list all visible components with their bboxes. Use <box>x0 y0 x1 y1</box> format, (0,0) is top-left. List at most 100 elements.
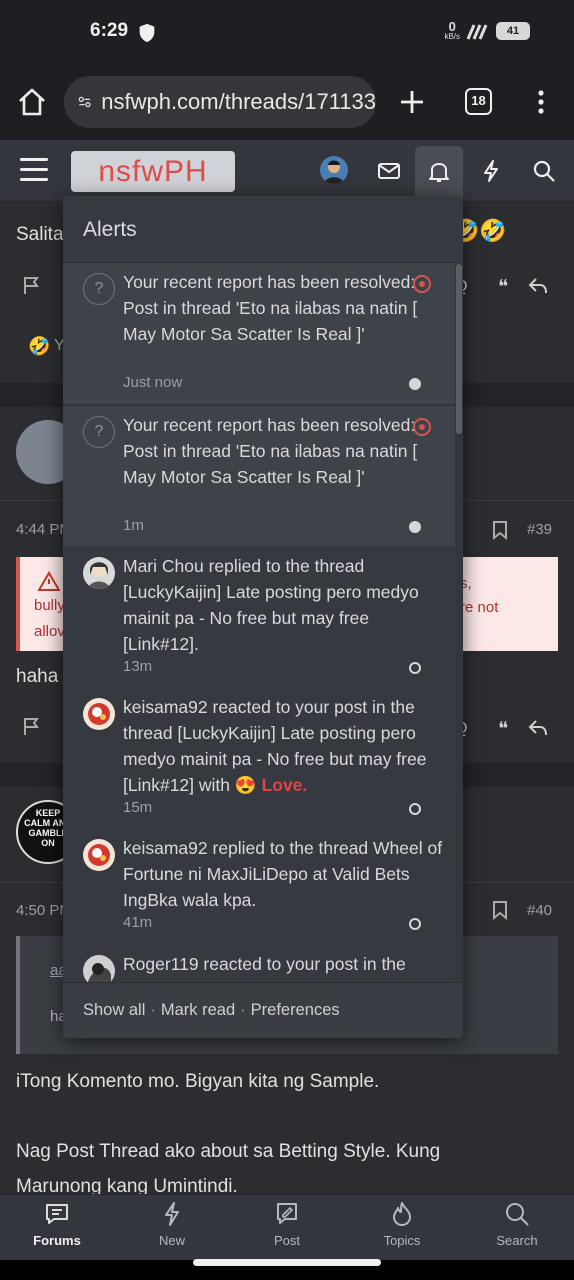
post-2-bookmark-icon[interactable] <box>492 520 508 540</box>
post-2-body: haha <box>16 666 59 687</box>
question-icon: ? <box>83 273 115 305</box>
alert-text[interactable]: Your recent report has been resolved: Po… <box>123 269 443 347</box>
tab-switcher-button[interactable]: 18 <box>465 88 492 115</box>
warning-icon <box>38 571 60 591</box>
post-3-body-line-2: Nag Post Thread ako about sa Betting Sty… <box>16 1141 441 1162</box>
alerts-dropdown: Alerts ? Your recent report has been res… <box>63 196 463 1038</box>
nav-new[interactable]: New <box>124 1201 220 1248</box>
show-all-link[interactable]: Show all <box>83 1001 145 1019</box>
alerts-title: Alerts <box>83 218 137 241</box>
post-1-partial-text: Salita <box>16 224 64 245</box>
alerts-footer: Show all · Mark read · Preferences <box>63 982 463 1038</box>
alert-item[interactable]: ? Your recent report has been resolved: … <box>63 405 455 546</box>
account-avatar[interactable] <box>320 156 348 184</box>
alert-time: 1m <box>123 517 144 534</box>
search-icon[interactable] <box>531 158 557 184</box>
separator: · <box>150 1001 156 1019</box>
more-menu-icon[interactable] <box>525 86 557 118</box>
alert-item[interactable]: keisama92 replied to the thread Wheel of… <box>63 829 455 944</box>
bottom-nav: Forums New Post Topics Search <box>0 1194 574 1260</box>
nav-forums[interactable]: Forums <box>9 1201 105 1248</box>
mark-read-link[interactable]: Mark read <box>161 1001 235 1019</box>
post-2-report-flag-icon[interactable] <box>22 716 42 736</box>
nav-search[interactable]: Search <box>469 1201 565 1248</box>
site-logo[interactable]: nsfwPH <box>71 151 235 192</box>
love-emoji: 😍 <box>234 775 257 795</box>
alerts-list[interactable]: ? Your recent report has been resolved: … <box>63 262 463 982</box>
post-2-quote-icon[interactable]: ❝ <box>498 718 508 741</box>
alerts-scrollbar[interactable] <box>455 262 463 982</box>
post-3-body-line-1: iTong Komento mo. Bigyan kita ng Sample. <box>16 1071 380 1092</box>
url-text: nsfwph.com/threads/171133 <box>101 89 376 114</box>
logo-text: nsfwPH <box>98 154 208 188</box>
post-2-number[interactable]: #39 <box>527 521 552 538</box>
report-status-icon <box>413 275 431 293</box>
alert-text[interactable]: keisama92 reacted to your post in the th… <box>123 694 443 798</box>
alert-item[interactable]: Roger119 reacted to your post in the <box>63 945 455 982</box>
nav-forums-label: Forums <box>33 1233 81 1248</box>
new-tab-icon[interactable] <box>396 86 428 118</box>
user-avatar[interactable] <box>83 955 115 982</box>
signal-icon <box>466 23 488 40</box>
forums-icon <box>46 1204 68 1224</box>
search-icon <box>506 1203 529 1226</box>
alerts-button[interactable] <box>415 146 463 202</box>
post-3-bookmark-icon[interactable] <box>492 900 508 920</box>
bolt-icon <box>165 1202 179 1226</box>
warning-partial-2: allov <box>34 623 65 640</box>
user-avatar[interactable] <box>83 557 115 589</box>
scrollbar-thumb[interactable] <box>456 264 462 434</box>
site-settings-icon[interactable] <box>78 92 91 112</box>
alert-item[interactable]: Mari Chou replied to the thread [LuckyKa… <box>63 547 455 688</box>
flame-icon <box>393 1202 411 1226</box>
screen: 6:29 0 kB/s 41 nsfwph.com/threads/171133… <box>0 0 574 1280</box>
compose-icon <box>277 1203 297 1224</box>
nav-topics-label: Topics <box>383 1233 421 1248</box>
nav-search-label: Search <box>496 1233 538 1248</box>
mark-unread-toggle[interactable] <box>409 662 421 674</box>
post-2-reply-icon[interactable] <box>527 718 549 738</box>
preferences-link[interactable]: Preferences <box>251 1001 340 1019</box>
forum-header: nsfwPH <box>0 140 574 202</box>
post-3-number[interactable]: #40 <box>527 902 552 919</box>
alert-time: Just now <box>123 374 183 391</box>
user-avatar[interactable] <box>83 698 115 730</box>
alert-text[interactable]: Mari Chou replied to the thread [LuckyKa… <box>123 553 443 657</box>
alert-item[interactable]: ? Your recent report has been resolved: … <box>63 263 455 404</box>
reaction-label: Love. <box>261 775 308 795</box>
address-bar[interactable]: nsfwph.com/threads/171133 <box>64 76 376 128</box>
post-1-quote-icon[interactable]: ❝ <box>498 276 508 299</box>
footer-links: Show all · Mark read · Preferences <box>83 1001 340 1020</box>
separator: · <box>240 1001 246 1019</box>
alert-text[interactable]: keisama92 replied to the thread Wheel of… <box>123 835 443 913</box>
nav-post[interactable]: Post <box>239 1201 335 1248</box>
inbox-icon[interactable] <box>376 158 402 184</box>
mark-read-toggle[interactable] <box>409 521 421 533</box>
nav-new-label: New <box>158 1233 185 1248</box>
status-indicators: 0 kB/s 41 <box>444 20 530 41</box>
nav-post-label: Post <box>273 1233 300 1248</box>
alert-time: 41m <box>123 914 153 931</box>
post-1-reply-icon[interactable] <box>527 276 549 296</box>
warning-partial-4: re not <box>460 599 499 616</box>
battery-indicator: 41 <box>496 21 530 40</box>
whats-new-bolt-icon[interactable] <box>478 158 504 184</box>
alert-text[interactable]: Roger119 reacted to your post in the <box>123 951 443 977</box>
mark-read-toggle[interactable] <box>409 378 421 390</box>
alert-text[interactable]: Your recent report has been resolved: Po… <box>123 412 443 490</box>
status-time: 6:29 <box>90 20 129 41</box>
home-gesture-bar[interactable] <box>193 1259 381 1266</box>
report-flag-icon[interactable] <box>22 275 42 295</box>
net-speed-unit: kB/s <box>444 32 460 41</box>
home-icon[interactable] <box>16 86 48 118</box>
alert-item[interactable]: keisama92 reacted to your post in the th… <box>63 688 455 829</box>
user-avatar[interactable] <box>83 839 115 871</box>
alert-time: 15m <box>123 799 153 816</box>
report-status-icon <box>413 418 431 436</box>
tab-count: 18 <box>471 93 486 108</box>
mark-unread-toggle[interactable] <box>409 803 421 815</box>
menu-icon[interactable] <box>20 158 48 182</box>
nav-topics[interactable]: Topics <box>354 1201 450 1248</box>
mark-unread-toggle[interactable] <box>409 918 421 930</box>
shield-icon <box>139 23 155 43</box>
